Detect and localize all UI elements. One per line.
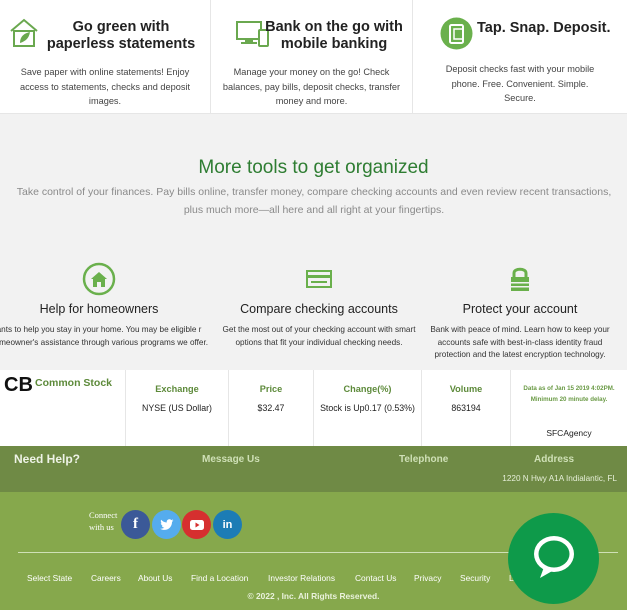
feature-paperless[interactable]: Go green with paperless statements Save … <box>0 0 211 114</box>
feature-title: Bank on the go with mobile banking <box>265 19 403 52</box>
youtube-icon[interactable] <box>182 510 211 539</box>
facebook-icon[interactable]: f <box>121 510 150 539</box>
change-value: Stock is Up0.17 (0.53%) <box>320 403 415 413</box>
message-us-link[interactable]: Message Us <box>202 454 260 465</box>
help-band: Need Help? Message Us Telephone Address … <box>0 446 627 492</box>
lock-icon <box>509 265 531 298</box>
footer-link-find-location[interactable]: Find a Location <box>191 573 248 583</box>
feature-desc: Deposit checks fast with your mobile pho… <box>445 64 595 103</box>
stock-label: Common Stock <box>35 377 113 389</box>
data-delay-note: Data as of Jan 15 2019 4:02PM. Minimum 2… <box>523 385 615 403</box>
volume-label: Volume <box>449 384 483 394</box>
stock-quote: CB Common Stock Exchange NYSE (US Dollar… <box>0 370 627 446</box>
home-icon <box>82 262 116 301</box>
footer-link-privacy[interactable]: Privacy <box>414 573 441 583</box>
footer-link-security[interactable]: Security <box>460 573 490 583</box>
price-label: Price <box>259 384 283 394</box>
tool-desc: Get the most out of your checking accoun… <box>222 325 416 347</box>
tool-title: Compare checking accounts <box>240 302 398 316</box>
tool-title: Help for homeowners <box>39 302 159 316</box>
feature-mobile-banking[interactable]: Bank on the go with mobile banking Manag… <box>211 0 413 114</box>
house-leaf-icon <box>8 17 40 54</box>
mobile-deposit-icon <box>440 17 473 55</box>
feature-mobile-deposit[interactable]: Tap. Snap. Deposit. Deposit checks fast … <box>413 0 627 114</box>
volume-column: Volume 863194 <box>421 370 510 446</box>
tool-title: Protect your account <box>462 302 578 316</box>
section-subtitle: Take control of your finances. Pay bills… <box>16 186 612 216</box>
twitter-icon[interactable] <box>152 510 181 539</box>
data-note-column: Data as of Jan 15 2019 4:02PM. Minimum 2… <box>510 370 627 446</box>
feature-title: Go green with paperless statements <box>46 19 196 52</box>
exchange-column: Exchange NYSE (US Dollar) <box>125 370 228 446</box>
footer-link-careers[interactable]: Careers <box>91 573 121 583</box>
feature-desc: Manage your money on the go! Check balan… <box>222 67 401 106</box>
stock-ticker: CB <box>4 374 33 396</box>
feature-desc: Save paper with online statements! Enjoy… <box>19 67 191 106</box>
more-tools-section: More tools to get organized Take control… <box>0 114 627 370</box>
chat-bubble-icon <box>530 532 578 587</box>
exchange-value: NYSE (US Dollar) <box>142 403 212 413</box>
change-column: Change(%) Stock is Up0.17 (0.53%) <box>313 370 421 446</box>
address-value: 1220 N Hwy A1A Indialantic, FL <box>502 474 617 483</box>
footer-link-investor-relations[interactable]: Investor Relations <box>268 573 335 583</box>
price-value: $32.47 <box>257 403 285 413</box>
change-label: Change(%) <box>343 384 392 394</box>
footer-link-select-state[interactable]: Select State <box>27 573 72 583</box>
tool-desc: Bank with peace of mind. Learn how to ke… <box>430 325 610 359</box>
address-label: Address <box>534 454 575 465</box>
section-title: More tools to get organized <box>198 157 429 178</box>
help-title: Need Help? <box>14 452 81 466</box>
linkedin-icon[interactable]: in <box>213 510 242 539</box>
volume-value: 863194 <box>451 403 481 413</box>
footer-link-contact-us[interactable]: Contact Us <box>355 573 396 583</box>
feature-title: Tap. Snap. Deposit. <box>477 20 611 36</box>
chat-button[interactable] <box>508 513 599 604</box>
connect-label: Connect with us <box>89 510 118 532</box>
footer-link-about-us[interactable]: About Us <box>138 573 172 583</box>
card-icon <box>306 270 332 293</box>
agency-name: SFCAgency <box>546 428 592 438</box>
telephone-link[interactable]: Telephone <box>399 454 448 465</box>
tool-desc: ants to help you stay in your home. You … <box>0 325 209 347</box>
price-column: Price $32.47 <box>228 370 313 446</box>
exchange-label: Exchange <box>155 384 199 394</box>
features-row: Go green with paperless statements Save … <box>0 0 627 114</box>
